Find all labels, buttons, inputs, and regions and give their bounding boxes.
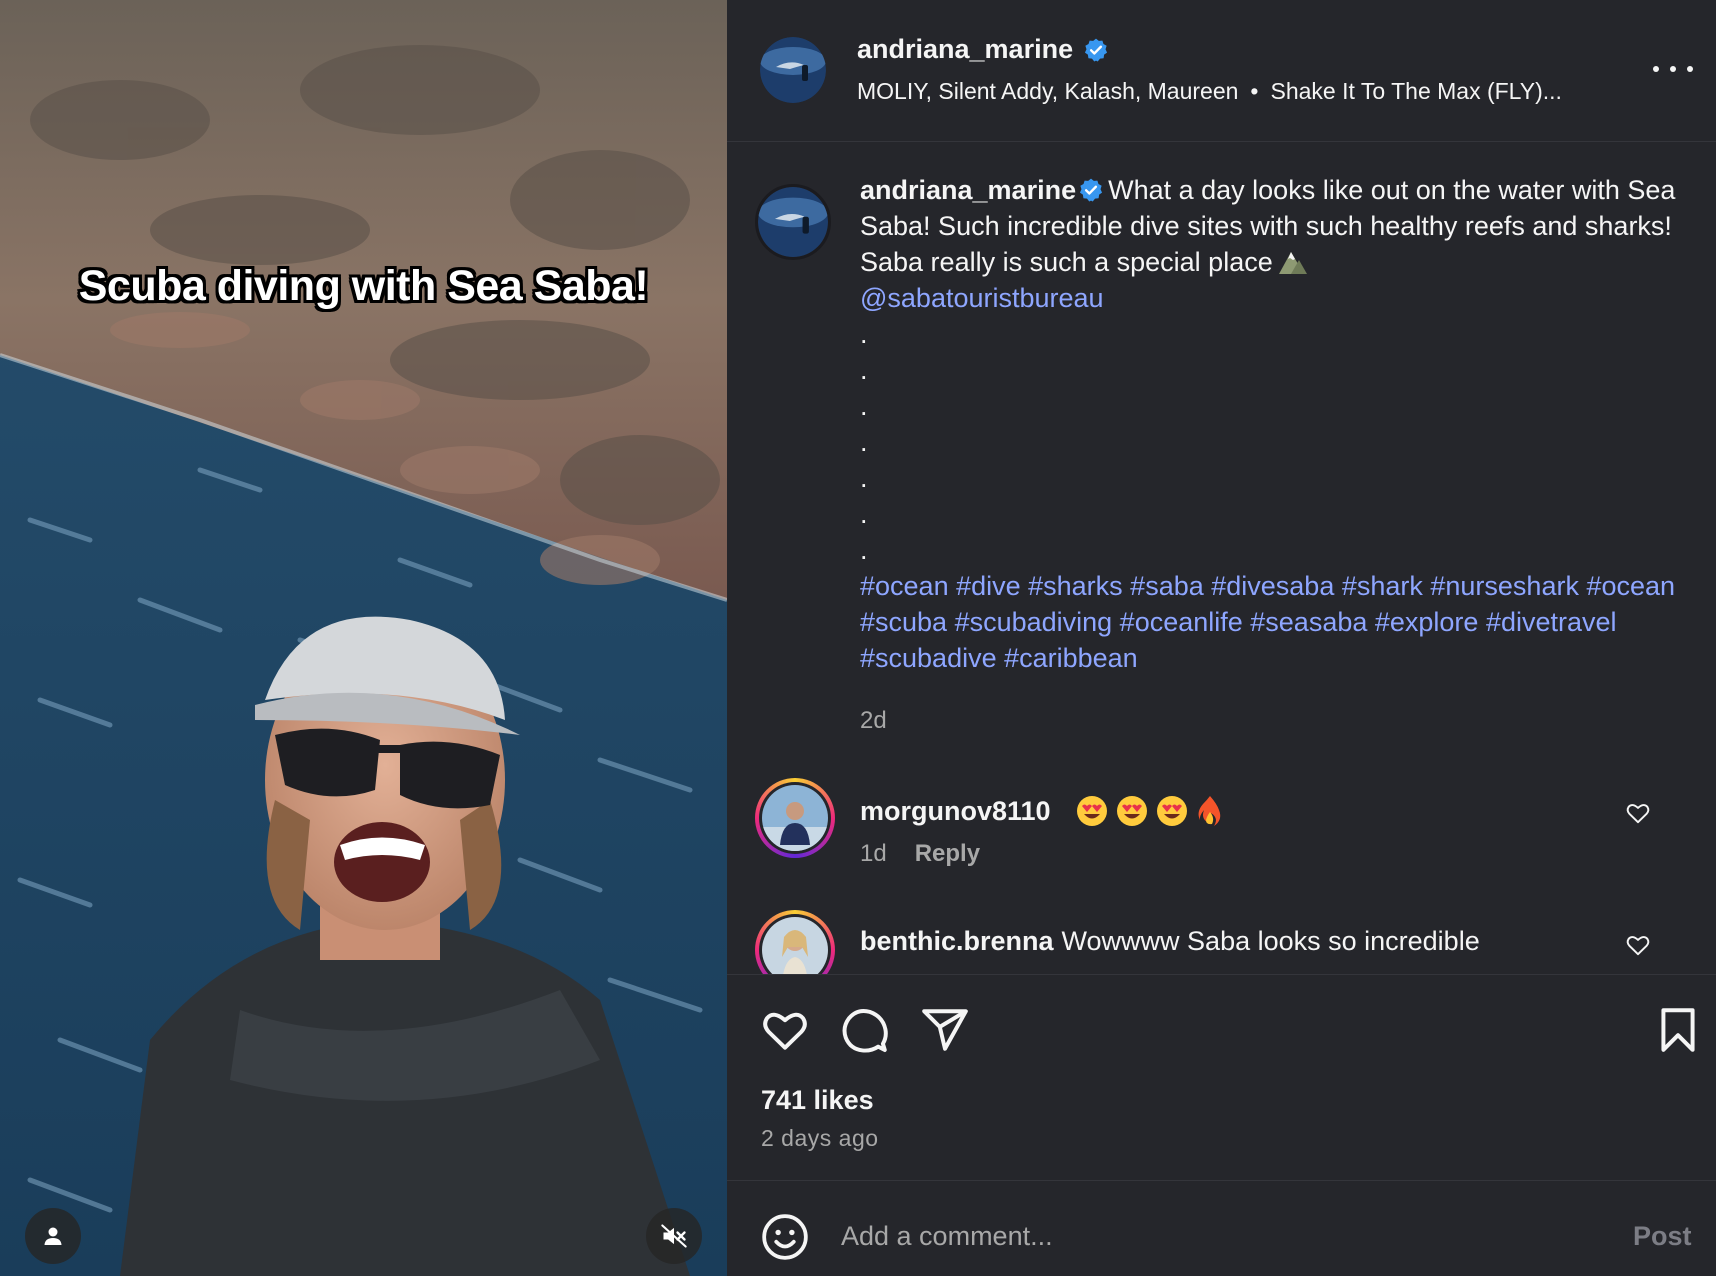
caption-hashtags[interactable]: #ocean #dive #sharks #saba #divesaba #sh… <box>860 568 1690 676</box>
comment-like-heart-icon[interactable] <box>1625 932 1651 958</box>
post-date[interactable]: 2 days ago <box>761 1125 879 1152</box>
comment-content: benthic.brenna Wowwww Saba looks so incr… <box>860 926 1480 957</box>
comment-meta: 1d Reply <box>860 840 980 868</box>
fire-emoji-icon <box>1198 796 1220 826</box>
author-name-row: andriana_marine <box>857 34 1109 65</box>
save-bookmark-icon[interactable] <box>1653 1005 1703 1055</box>
video-frame <box>0 0 727 1276</box>
comment-username[interactable]: morgunov8110 <box>860 796 1051 827</box>
reply-button[interactable]: Reply <box>915 840 980 868</box>
audio-artists: MOLIY, Silent Addy, Kalash, Maureen <box>857 78 1239 104</box>
comment-content: morgunov8110 <box>860 794 1225 828</box>
caption-dot-line: . <box>860 427 868 457</box>
video-overlay-caption: Scuba diving with Sea Saba! <box>78 262 649 310</box>
mention-link[interactable]: @sabatouristbureau <box>860 283 1104 313</box>
post-caption: andriana_marine What a day looks like ou… <box>860 172 1690 676</box>
emoji-picker-icon[interactable] <box>760 1212 810 1262</box>
caption-dot-line: . <box>860 391 868 421</box>
author-avatar-image <box>760 37 826 103</box>
caption-author-avatar[interactable] <box>755 184 831 260</box>
speaker-muted-icon <box>661 1224 687 1248</box>
heart-eyes-emoji-icon <box>1116 796 1147 826</box>
tagged-users-button[interactable] <box>25 1208 81 1264</box>
comment-timestamp[interactable]: 1d <box>860 840 887 868</box>
mountain-emoji-icon <box>1278 252 1307 274</box>
post-header: andriana_marine MOLIY, Silent Addy, Kala… <box>727 0 1716 142</box>
commenter-avatar <box>762 785 828 851</box>
post-actions: 741 likes 2 days ago <box>727 974 1716 1154</box>
author-avatar[interactable] <box>760 37 826 103</box>
caption-dot-line: . <box>860 535 868 565</box>
caption-dot-line: . <box>860 499 868 529</box>
instagram-post: Scuba diving with Sea Saba! andriana_mar… <box>0 0 1716 1276</box>
share-paper-plane-icon[interactable] <box>920 1005 970 1055</box>
verified-badge-icon <box>1080 178 1103 202</box>
comment-input[interactable] <box>839 1209 1539 1263</box>
audio-title: Shake It To The Max (FLY)... <box>1270 78 1562 104</box>
caption-dot-line: . <box>860 355 868 385</box>
heart-eyes-emoji-icon <box>1076 796 1107 826</box>
caption-dots: ....... <box>860 316 1690 568</box>
audio-separator: • <box>1250 78 1259 104</box>
commenter-avatar-story-ring[interactable] <box>755 778 835 858</box>
post-comment-button[interactable]: Post <box>1633 1221 1692 1252</box>
caption-username[interactable]: andriana_marine <box>860 175 1076 205</box>
commenter-avatar-story-ring[interactable] <box>755 910 835 974</box>
comment-text: Wowwww Saba looks so incredible <box>1061 926 1480 956</box>
caption-timestamp[interactable]: 2d <box>860 707 887 735</box>
commenter-avatar <box>762 917 828 974</box>
add-comment-bar: Post <box>727 1180 1716 1276</box>
mute-toggle-button[interactable] <box>646 1208 702 1264</box>
more-options-button[interactable] <box>1653 56 1693 82</box>
comment-username[interactable]: benthic.brenna <box>860 926 1054 957</box>
caption-dot-line: . <box>860 463 868 493</box>
more-options-icon <box>1653 66 1659 72</box>
comments-section[interactable]: andriana_marine What a day looks like ou… <box>727 142 1716 974</box>
comment-bubble-icon[interactable] <box>840 1005 890 1055</box>
like-heart-icon[interactable] <box>760 1005 810 1055</box>
comment-like-heart-icon[interactable] <box>1625 800 1651 826</box>
audio-attribution[interactable]: MOLIY, Silent Addy, Kalash, Maureen • Sh… <box>857 78 1562 105</box>
caption-dot-line: . <box>860 319 868 349</box>
post-video[interactable]: Scuba diving with Sea Saba! <box>0 0 727 1276</box>
author-username[interactable]: andriana_marine <box>857 34 1073 65</box>
likes-count[interactable]: 741 likes <box>761 1085 874 1116</box>
verified-badge-icon <box>1085 38 1108 61</box>
user-tag-icon <box>44 1227 62 1245</box>
heart-eyes-emoji-icon <box>1156 796 1187 826</box>
comment-emojis <box>1075 794 1225 828</box>
post-details-panel: andriana_marine MOLIY, Silent Addy, Kala… <box>727 0 1716 1276</box>
